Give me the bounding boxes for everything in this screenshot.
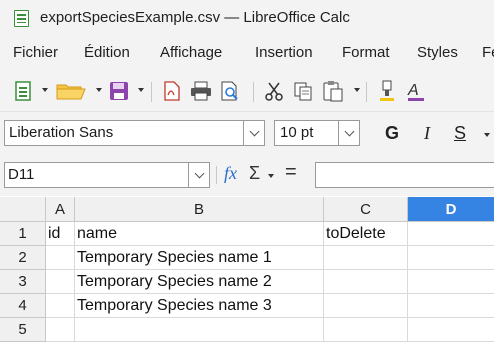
standard-toolbar: A [0,70,494,112]
cell-a3[interactable] [46,270,75,294]
bold-button[interactable]: G [385,123,399,144]
cut-icon[interactable] [262,80,286,102]
copy-icon[interactable] [291,80,315,102]
toolbar-separator [366,82,367,102]
italic-button[interactable]: I [424,123,430,144]
sum-dropdown-caret-icon[interactable] [268,174,274,178]
clone-formatting-icon[interactable] [375,80,399,102]
menu-insertion[interactable]: Insertion [255,44,313,61]
menu-bar: Fichier Édition Affichage Insertion Form… [0,36,494,70]
cell-b3[interactable]: Temporary Species name 2 [75,270,324,294]
name-box[interactable]: D11 [4,162,210,188]
open-folder-icon[interactable] [54,80,88,102]
select-all-corner[interactable] [0,197,46,222]
spreadsheet-grid[interactable]: A B C D 1 2 3 4 5 id name toDelete Tempo… [0,197,494,348]
column-header-d[interactable]: D [408,197,494,222]
row-header-2[interactable]: 2 [0,246,46,270]
new-document-icon[interactable] [12,80,34,102]
underline-dropdown-caret-icon[interactable] [484,133,490,137]
formula-icon[interactable]: = [285,161,297,184]
menu-affichage[interactable]: Affichage [160,44,222,61]
font-name-combobox[interactable]: Liberation Sans [4,120,265,146]
save-icon[interactable] [107,80,131,102]
cell-d4[interactable] [408,294,494,318]
formula-bar: D11 fx Σ = [0,154,494,196]
open-dropdown-caret-icon[interactable] [96,88,102,92]
new-dropdown-caret-icon[interactable] [42,88,48,92]
row-header-4[interactable]: 4 [0,294,46,318]
chevron-down-icon [194,168,204,178]
font-size-combobox[interactable]: 10 pt [274,120,360,146]
chevron-down-icon [344,126,354,136]
cell-d1[interactable] [408,222,494,246]
menu-format[interactable]: Format [342,44,390,61]
row-header-3[interactable]: 3 [0,270,46,294]
clear-formatting-icon[interactable]: A [404,80,428,102]
row-header-1[interactable]: 1 [0,222,46,246]
name-box-dropdown-button[interactable] [188,163,209,187]
cell-c5[interactable] [324,318,408,342]
toolbar-separator [253,82,254,102]
cell-d3[interactable] [408,270,494,294]
menu-styles[interactable]: Styles [417,44,458,61]
cell-c4[interactable] [324,294,408,318]
toolbar-separator [151,82,152,102]
window-title: exportSpeciesExample.csv — LibreOffice C… [40,9,350,26]
column-header-c[interactable]: C [324,197,408,222]
print-icon[interactable] [189,80,213,102]
formatting-toolbar: Liberation Sans 10 pt G I S [0,112,494,154]
menu-edition[interactable]: Édition [84,44,130,61]
paste-icon[interactable] [320,80,346,102]
function-wizard-icon[interactable]: fx [224,163,237,184]
paste-dropdown-caret-icon[interactable] [354,88,360,92]
name-box-value: D11 [8,166,35,183]
save-dropdown-caret-icon[interactable] [138,88,144,92]
svg-text:A: A [407,82,419,99]
print-preview-icon[interactable] [218,80,242,102]
calc-app-icon [14,10,29,27]
cell-b1[interactable]: name [75,222,324,246]
menu-fenetre[interactable]: Fe [482,44,494,61]
sum-icon[interactable]: Σ [249,163,260,184]
underline-button[interactable]: S [454,123,466,144]
cell-a1[interactable]: id [46,222,75,246]
cell-c3[interactable] [324,270,408,294]
column-header-a[interactable]: A [46,197,75,222]
cell-a5[interactable] [46,318,75,342]
cell-b5[interactable] [75,318,324,342]
chevron-down-icon [249,126,259,136]
title-bar: exportSpeciesExample.csv — LibreOffice C… [0,0,494,36]
column-header-b[interactable]: B [75,197,324,222]
row-header-5[interactable]: 5 [0,318,46,342]
font-size-value: 10 pt [280,124,314,141]
font-name-value: Liberation Sans [9,124,114,141]
cell-a2[interactable] [46,246,75,270]
cell-a4[interactable] [46,294,75,318]
toolbar-separator [216,166,217,184]
font-name-dropdown-button[interactable] [243,121,264,145]
font-size-dropdown-button[interactable] [338,121,359,145]
cell-b2[interactable]: Temporary Species name 1 [75,246,324,270]
menu-fichier[interactable]: Fichier [13,44,58,61]
cell-d2[interactable] [408,246,494,270]
export-pdf-icon[interactable] [160,80,184,102]
cell-b4[interactable]: Temporary Species name 3 [75,294,324,318]
cell-d5[interactable] [408,318,494,342]
formula-input[interactable] [315,162,494,188]
cell-c1[interactable]: toDelete [324,222,408,246]
cell-c2[interactable] [324,246,408,270]
